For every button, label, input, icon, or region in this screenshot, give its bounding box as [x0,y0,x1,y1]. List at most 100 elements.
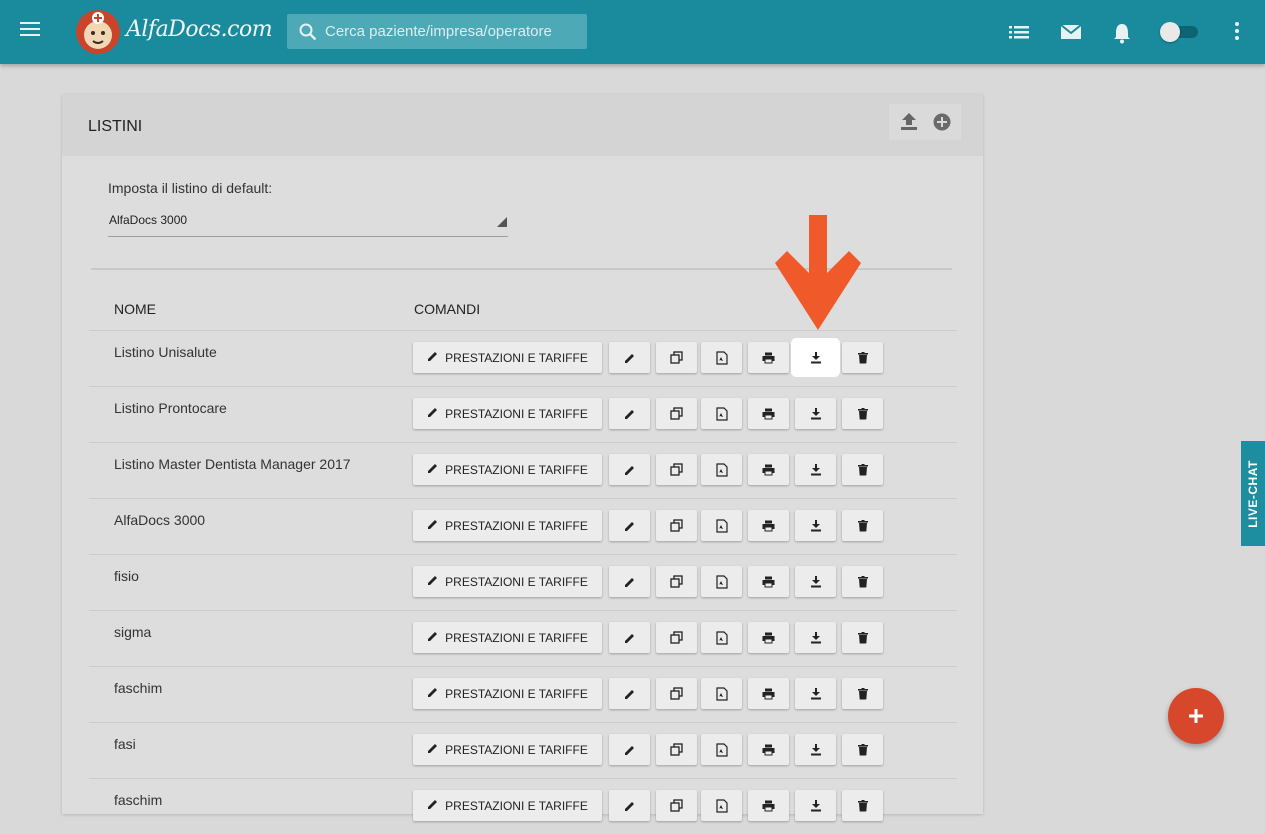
prestazioni-tariffe-label: PRESTAZIONI E TARIFFE [445,462,588,477]
more-vert-icon[interactable] [1234,22,1240,42]
edit-button[interactable] [609,678,650,709]
pdf-button[interactable] [701,342,742,373]
trash-icon [857,575,868,588]
duplicate-button[interactable] [656,734,697,765]
edit-button[interactable] [609,510,650,541]
delete-button[interactable] [842,398,883,429]
toggle-knob [1160,22,1180,42]
print-button[interactable] [748,454,789,485]
download-icon [810,575,822,588]
print-icon [762,352,775,364]
add-circle-icon[interactable] [933,113,951,131]
copy-icon [670,687,683,700]
edit-button[interactable] [609,734,650,765]
download-button[interactable] [795,790,836,821]
print-button[interactable] [748,734,789,765]
prestazioni-tariffe-button[interactable]: PRESTAZIONI E TARIFFE [413,566,602,597]
print-button[interactable] [748,398,789,429]
add-fab-button[interactable] [1168,688,1224,744]
live-chat-tab[interactable]: LIVE-CHAT [1241,441,1265,546]
print-button[interactable] [748,678,789,709]
listino-name: AlfaDocs 3000 [114,512,206,528]
edit-button[interactable] [609,398,650,429]
download-button[interactable] [795,734,836,765]
download-button[interactable] [795,342,836,373]
list-icon[interactable] [1009,22,1030,42]
download-button[interactable] [795,622,836,653]
download-button[interactable] [795,566,836,597]
prestazioni-tariffe-button[interactable]: PRESTAZIONI E TARIFFE [413,510,602,541]
duplicate-button[interactable] [656,566,697,597]
pdf-button[interactable] [701,622,742,653]
print-button[interactable] [748,342,789,373]
duplicate-button[interactable] [656,622,697,653]
edit-button[interactable] [609,566,650,597]
pencil-icon [624,744,636,756]
duplicate-button[interactable] [656,454,697,485]
prestazioni-tariffe-button[interactable]: PRESTAZIONI E TARIFFE [413,622,602,653]
page-title: LISTINI [88,118,143,135]
table-row: sigma PRESTAZIONI E TARIFFE [89,610,957,666]
pdf-button[interactable] [701,566,742,597]
edit-button[interactable] [609,790,650,821]
print-button[interactable] [748,566,789,597]
table-row: Listino Master Dentista Manager 2017 PRES… [89,442,957,498]
prestazioni-tariffe-button[interactable]: PRESTAZIONI E TARIFFE [413,342,602,373]
pencil-icon [427,798,439,813]
pdf-button[interactable] [701,398,742,429]
download-button[interactable] [795,510,836,541]
search-input[interactable] [325,14,580,49]
mail-icon[interactable] [1060,22,1082,42]
download-button[interactable] [795,454,836,485]
prestazioni-tariffe-button[interactable]: PRESTAZIONI E TARIFFE [413,678,602,709]
pdf-button[interactable] [701,678,742,709]
prestazioni-tariffe-button[interactable]: PRESTAZIONI E TARIFFE [413,398,602,429]
upload-icon[interactable] [899,112,919,132]
copy-icon [670,575,683,588]
prestazioni-tariffe-button[interactable]: PRESTAZIONI E TARIFFE [413,790,602,821]
delete-button[interactable] [842,342,883,373]
pencil-icon [427,462,439,477]
prestazioni-tariffe-button[interactable]: PRESTAZIONI E TARIFFE [413,454,602,485]
prestazioni-tariffe-label: PRESTAZIONI E TARIFFE [445,686,588,701]
duplicate-button[interactable] [656,398,697,429]
prestazioni-tariffe-label: PRESTAZIONI E TARIFFE [445,518,588,533]
table-row: faschim PRESTAZIONI E TARIFFE [89,778,957,834]
table-row: Listino Unisalute PRESTAZIONI E TARIFFE [89,330,957,386]
logo[interactable]: AlfaDocs.com [74,8,273,56]
edit-button[interactable] [609,342,650,373]
print-button[interactable] [748,510,789,541]
toggle-switch[interactable] [1160,22,1198,42]
pdf-button[interactable] [701,510,742,541]
search-icon [299,23,317,41]
delete-button[interactable] [842,790,883,821]
duplicate-button[interactable] [656,510,697,541]
listini-card: LISTINI Imposta il listino di default: A… [62,94,983,821]
listino-name: Listino Master Dentista Manager 2017 [114,456,351,472]
pdf-icon [715,406,728,421]
download-button[interactable] [795,678,836,709]
print-button[interactable] [748,790,789,821]
pdf-button[interactable] [701,734,742,765]
delete-button[interactable] [842,622,883,653]
pdf-button[interactable] [701,790,742,821]
delete-button[interactable] [842,454,883,485]
print-button[interactable] [748,622,789,653]
prestazioni-tariffe-button[interactable]: PRESTAZIONI E TARIFFE [413,734,602,765]
duplicate-button[interactable] [656,678,697,709]
bell-icon[interactable] [1112,22,1132,44]
delete-button[interactable] [842,678,883,709]
download-button[interactable] [795,398,836,429]
menu-icon[interactable] [20,22,40,38]
default-listino-select[interactable]: AlfaDocs 3000 [108,204,508,237]
pdf-button[interactable] [701,454,742,485]
edit-button[interactable] [609,622,650,653]
duplicate-button[interactable] [656,790,697,821]
delete-button[interactable] [842,566,883,597]
edit-button[interactable] [609,454,650,485]
delete-button[interactable] [842,734,883,765]
delete-button[interactable] [842,510,883,541]
pencil-icon [624,632,636,644]
print-icon [762,464,775,476]
duplicate-button[interactable] [656,342,697,373]
